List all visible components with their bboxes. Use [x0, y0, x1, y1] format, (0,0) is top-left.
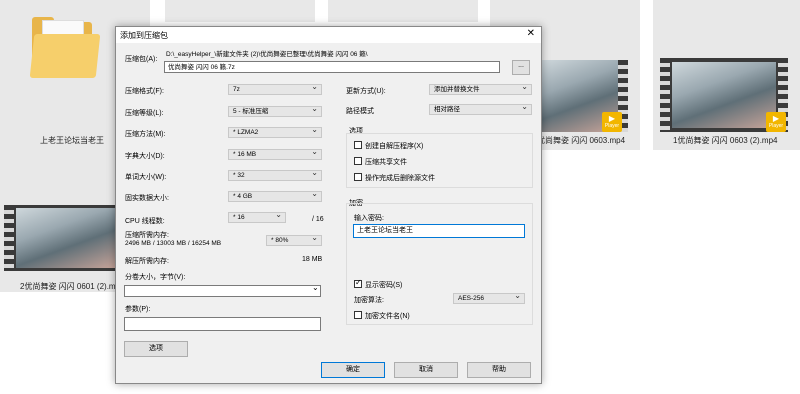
solid-select[interactable]: * 4 GB	[228, 191, 322, 202]
shared-label: 压缩共享文件	[365, 159, 407, 166]
params-label: 参数(P):	[125, 306, 151, 313]
word-select[interactable]: * 32	[228, 170, 322, 181]
video-thumbnail-left	[4, 205, 118, 271]
level-label: 压缩等级(L):	[125, 110, 164, 117]
archive-label: 压缩包(A):	[125, 56, 158, 63]
explorer-tile-top-1[interactable]	[165, 0, 315, 22]
password-label: 输入密码:	[354, 215, 384, 222]
options-button[interactable]: 选项	[124, 341, 188, 357]
delete-checkbox[interactable]	[354, 173, 362, 181]
split-label: 分卷大小，字节(V):	[125, 274, 186, 281]
encrypt-names-checkbox[interactable]	[354, 311, 362, 319]
update-select[interactable]: 添加并替换文件	[429, 84, 532, 95]
left-video-label: 2优尚舞姿 闪闪 0601 (2).mp4	[20, 282, 125, 291]
password-field[interactable]: 上老王论坛当老王	[353, 224, 525, 238]
mid-video-label: 优尚舞姿 闪闪 0603.mp4	[537, 136, 626, 145]
enc-method-label: 加密算法:	[354, 297, 384, 304]
format-select[interactable]: 7z	[228, 84, 322, 95]
mem-comp-value: 2496 MB / 13003 MB / 16254 MB	[125, 240, 222, 247]
shared-checkbox[interactable]	[354, 157, 362, 165]
player-badge-mid: Player	[602, 112, 622, 132]
add-to-archive-dialog: 添加到压缩包 ✕ 压缩包(A): D:\_easyHelper_\新建文件夹 (…	[115, 26, 542, 384]
threads-select[interactable]: * 16	[228, 212, 286, 223]
chevron-down-icon[interactable]: ⌄	[312, 283, 319, 292]
archive-path: D:\_easyHelper_\新建文件夹 (2)\优尚舞姿已整理\优尚舞姿 闪…	[166, 51, 368, 58]
dict-select[interactable]: * 16 MB	[228, 149, 322, 160]
path-mode-select[interactable]: 相对路径	[429, 104, 532, 115]
level-select[interactable]: 5 - 标准压缩	[228, 106, 322, 117]
dict-label: 字典大小(D):	[125, 153, 165, 160]
browse-button[interactable]: ...	[512, 60, 530, 75]
show-password-checkbox[interactable]	[354, 278, 362, 288]
explorer-tile-top-2[interactable]	[328, 0, 478, 22]
ok-button[interactable]: 确定	[321, 362, 385, 378]
mem-percent-select[interactable]: * 80%	[266, 235, 322, 246]
close-icon[interactable]: ✕	[527, 28, 535, 39]
cancel-button[interactable]: 取消	[394, 362, 458, 378]
method-label: 压缩方法(M):	[125, 131, 166, 138]
help-button[interactable]: 帮助	[467, 362, 531, 378]
sfx-checkbox[interactable]	[354, 141, 362, 149]
delete-label: 操作完成后删除源文件	[365, 175, 435, 182]
enc-method-select[interactable]: AES-256	[453, 293, 525, 304]
show-password-label: 显示密码(S)	[365, 282, 403, 289]
mem-comp-label: 压缩所需内存:	[125, 232, 169, 239]
sfx-label: 创建自解压程序(X)	[365, 143, 424, 150]
split-size-combo[interactable]	[124, 285, 321, 297]
threads-total: / 16	[312, 216, 324, 223]
method-select[interactable]: * LZMA2	[228, 127, 322, 138]
mem-decomp-label: 解压所需内存:	[125, 258, 169, 265]
params-field[interactable]	[124, 317, 321, 331]
path-mode-label: 路径模式	[346, 108, 374, 115]
dialog-titlebar[interactable]: 添加到压缩包 ✕	[116, 27, 541, 43]
folder-label: 上老王论坛当老王	[40, 136, 104, 145]
format-label: 压缩格式(F):	[125, 88, 164, 95]
dialog-title: 添加到压缩包	[120, 31, 168, 40]
threads-label: CPU 线程数:	[125, 218, 165, 225]
update-label: 更新方式(U):	[346, 88, 386, 95]
right-video-label: 1优尚舞姿 闪闪 0603 (2).mp4	[673, 136, 778, 145]
mem-decomp-value: 18 MB	[302, 256, 323, 263]
player-badge-right: Player	[766, 112, 786, 132]
word-label: 单词大小(W):	[125, 174, 167, 181]
encrypt-names-label: 加密文件名(N)	[365, 313, 410, 320]
solid-label: 固实数据大小:	[125, 195, 169, 202]
archive-name-combo[interactable]: 优尚舞姿 闪闪 06 籁.7z	[164, 61, 500, 73]
